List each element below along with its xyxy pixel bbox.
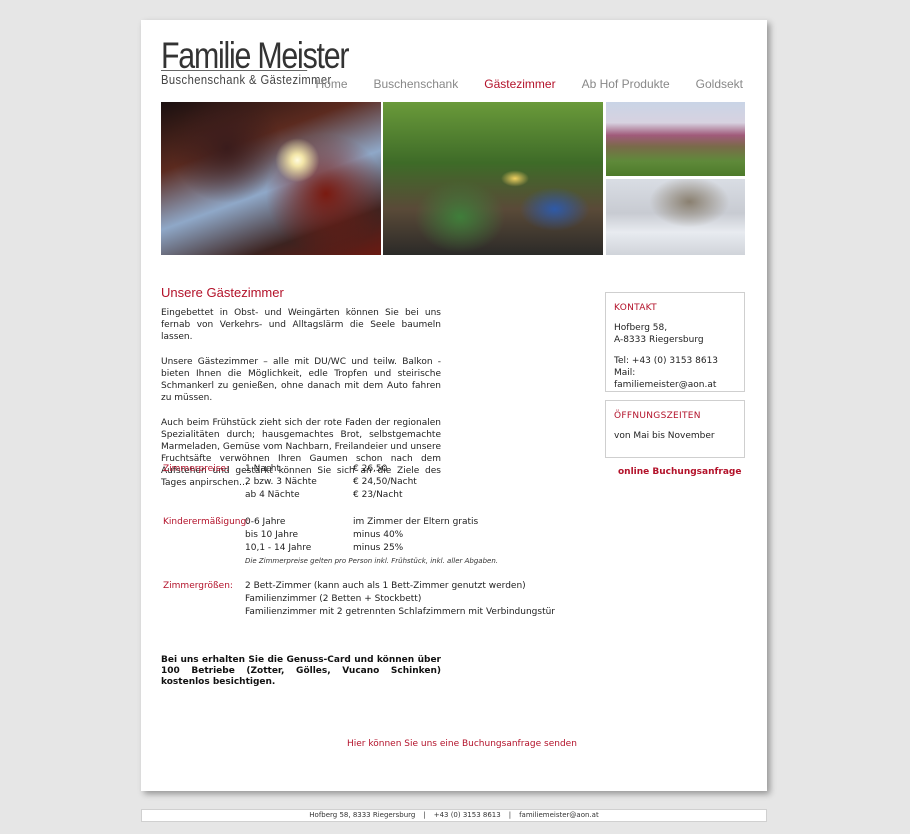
opening-hours-title: ÖFFNUNGSZEITEN xyxy=(614,411,701,421)
price-note: Die Zimmerpreise gelten pro Person inkl.… xyxy=(245,557,498,565)
nav-ab-hof-produkte[interactable]: Ab Hof Produkte xyxy=(582,77,670,91)
contact-title: KONTAKT xyxy=(614,303,657,313)
online-booking-link[interactable]: online Buchungsanfrage xyxy=(618,467,741,477)
discount-value: minus 40% xyxy=(353,530,404,540)
footer-phone: +43 (0) 3153 8613 xyxy=(433,811,501,819)
page-heading: Unsere Gästezimmer xyxy=(161,285,284,300)
booking-request-link[interactable]: Hier können Sie uns eine Buchungsanfrage… xyxy=(347,739,577,749)
opening-hours-box: ÖFFNUNGSZEITEN von Mai bis November xyxy=(605,400,745,458)
contact-phone: Tel: +43 (0) 3153 8613 xyxy=(614,356,719,366)
footer: Hofberg 58, 8333 Riegersburg | +43 (0) 315… xyxy=(141,809,767,822)
photo-grapes-sunlight xyxy=(161,102,381,255)
nav-goldsekt[interactable]: Goldsekt xyxy=(696,77,743,91)
price-desc: 2 bzw. 3 Nächte xyxy=(245,477,317,487)
nav-buschenschank[interactable]: Buschenschank xyxy=(374,77,459,91)
room-sizes-label: Zimmergrößen: xyxy=(163,581,233,591)
main-nav: Home Buschenschank Gästezimmer Ab Hof Pr… xyxy=(289,77,743,91)
discount-label: Kinderermäßigung: xyxy=(163,517,250,527)
room-size-item: Familienzimmer (2 Betten + Stockbett) xyxy=(245,594,422,604)
discount-age: bis 10 Jahre xyxy=(245,530,298,540)
intro-paragraph: Unsere Gästezimmer – alle mit DU/WC und … xyxy=(161,357,441,403)
price-desc: 1 Nacht xyxy=(245,464,281,474)
photo-winter-garden xyxy=(606,179,745,255)
price-value: € 23/Nacht xyxy=(353,490,403,500)
room-size-item: 2 Bett-Zimmer (kann auch als 1 Bett-Zimm… xyxy=(245,581,526,591)
price-desc: ab 4 Nächte xyxy=(245,490,300,500)
page-card: Familie Meister Buschenschank & Gästezim… xyxy=(141,20,767,791)
contact-email[interactable]: Mail: familiemeister@aon.at xyxy=(614,367,736,391)
contact-city: A-8333 Riegersburg xyxy=(614,335,704,345)
footer-email[interactable]: familiemeister@aon.at xyxy=(519,811,599,819)
discount-age: 10,1 - 14 Jahre xyxy=(245,543,312,553)
footer-address: Hofberg 58, 8333 Riegersburg xyxy=(309,811,416,819)
contact-box: KONTAKT Hofberg 58, A-8333 Riegersburg T… xyxy=(605,292,745,392)
nav-home[interactable]: Home xyxy=(315,77,347,91)
nav-gaestezimmer[interactable]: Gästezimmer xyxy=(484,77,555,91)
price-value: € 26,50 xyxy=(353,464,388,474)
opening-hours-text: von Mai bis November xyxy=(614,431,715,441)
discount-value: im Zimmer der Eltern gratis xyxy=(353,517,479,527)
discount-value: minus 25% xyxy=(353,543,404,553)
price-value: € 24,50/Nacht xyxy=(353,477,417,487)
footer-separator: | xyxy=(508,811,512,819)
discount-age: 0-6 Jahre xyxy=(245,517,286,527)
logo-subtitle: Buschenschank & Gästezimmer xyxy=(161,70,332,87)
photo-guests-breakfast xyxy=(383,102,603,255)
prices-label: Zimmerpreise: xyxy=(163,464,229,474)
genuss-card-text: Bei uns erhalten Sie die Genuss-Card und… xyxy=(161,655,441,687)
photo-vineyard xyxy=(606,102,745,176)
contact-street: Hofberg 58, xyxy=(614,323,668,333)
intro-paragraph: Eingebettet in Obst- und Weingärten könn… xyxy=(161,308,441,342)
room-size-item: Familienzimmer mit 2 getrennten Schlafzi… xyxy=(245,607,556,617)
footer-separator: | xyxy=(423,811,426,819)
